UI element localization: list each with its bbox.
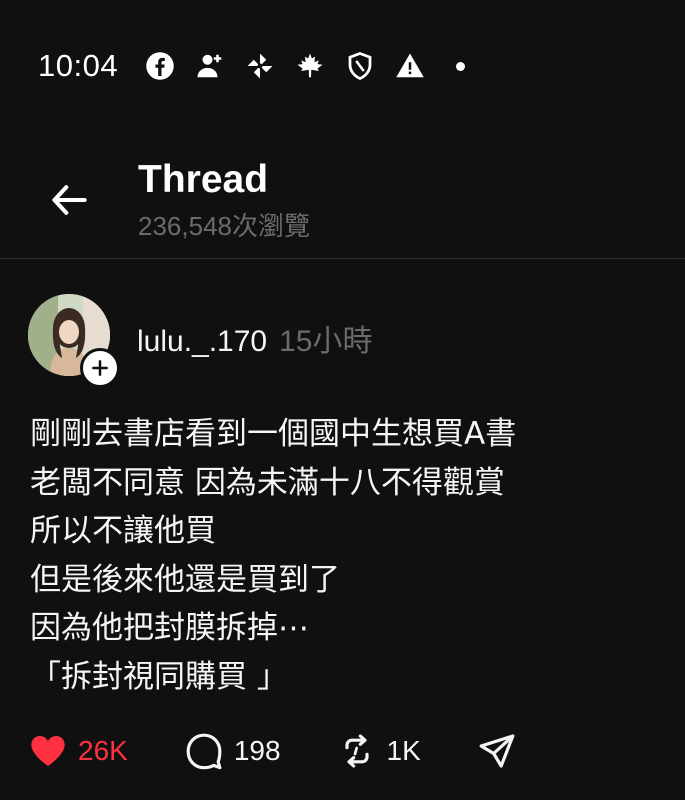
post-meta: lulu._.170 15小時 [137,316,372,360]
status-bar: 10:04 [38,46,466,86]
back-button[interactable] [44,174,96,226]
share-button[interactable] [477,731,517,771]
notification-dot [456,61,466,71]
status-time: 10:04 [38,48,119,83]
maple-leaf-icon [294,50,326,82]
plus-icon [92,360,108,376]
post-line: 因為他把封膜拆掉⋯ [30,610,309,646]
reply-count: 198 [233,735,281,766]
post-line: 剛剛去書店看到一個國中生想買A書 [30,416,517,452]
back-arrow-icon [52,185,87,215]
like-button[interactable]: 26K [28,731,128,771]
repost-count: 1K [386,735,421,766]
heart-icon [31,736,65,766]
post-timestamp: 15小時 [279,325,373,358]
facebook-icon [144,50,176,82]
post-line: 老闆不同意 因為未滿十八不得觀賞 [30,464,505,501]
header-divider [0,258,685,259]
post-line: 但是後來他還是買到了 [30,561,340,598]
comment-icon [186,733,222,770]
follow-button[interactable] [80,348,120,388]
post-line: 「拆封視同購買 」 [30,658,288,695]
warning-icon [394,50,426,82]
view-count: 236,548次瀏覽 [138,211,310,241]
post-actions: 26K 198 1K [28,728,517,774]
add-contact-icon [194,50,226,82]
like-count: 26K [78,735,128,766]
reply-button[interactable]: 198 [184,731,281,771]
pinwheel-icon [244,50,276,82]
repost-button[interactable]: 1K [337,731,421,771]
shield-icon [344,50,376,82]
username[interactable]: lulu._.170 [137,325,267,359]
post-line: 所以不讓他買 [30,513,216,549]
repost-icon [344,734,369,768]
thread-header: Thread 236,548次瀏覽 [0,150,685,258]
page-title: Thread [138,158,269,201]
send-icon [479,734,515,768]
post-body: 剛剛去書店看到一個國中生想買A書 老闆不同意 因為未滿十八不得觀賞 所以不讓他買… [30,410,660,701]
